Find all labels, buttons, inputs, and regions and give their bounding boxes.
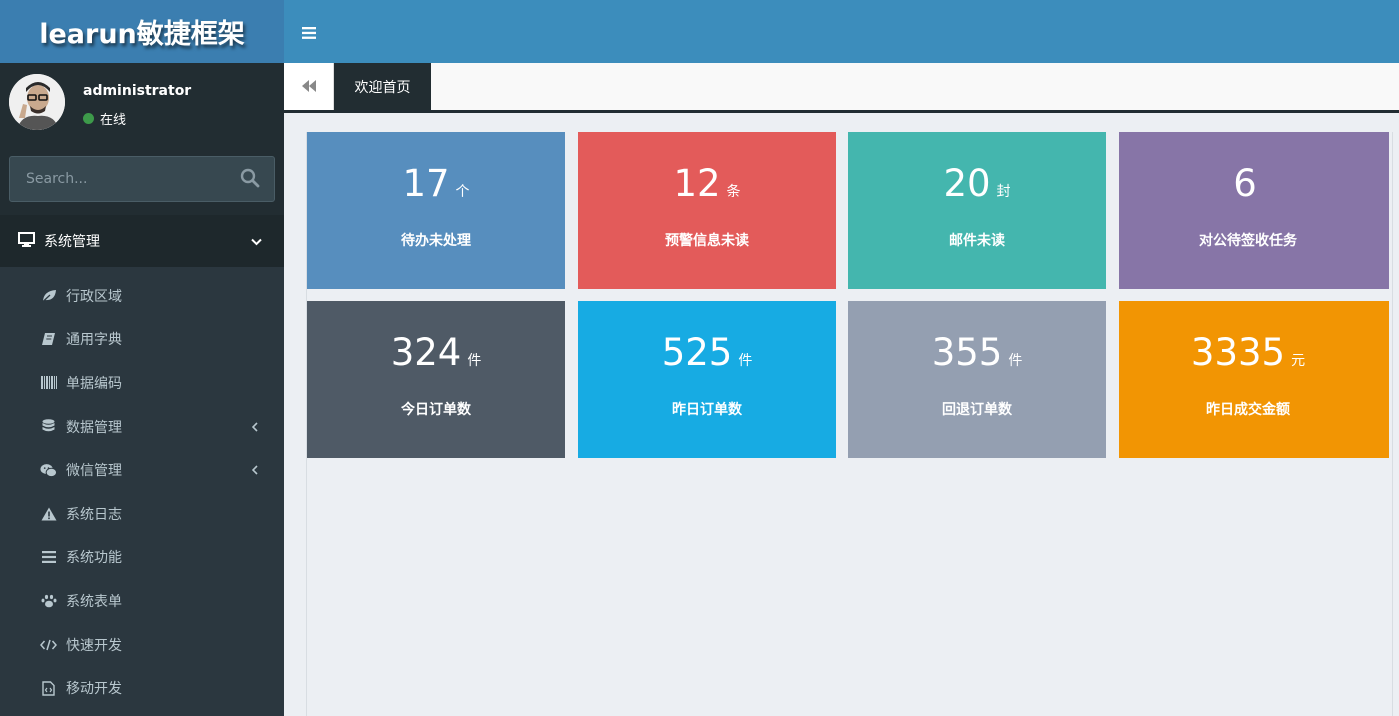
menu-item-label: 系统功能 — [66, 550, 122, 567]
tab-scroll-left-button[interactable] — [284, 63, 334, 110]
menu-item-system-log[interactable]: 系统日志 — [0, 492, 284, 536]
stat-card-unread-alerts[interactable]: 12 条 预警信息未读 — [578, 132, 836, 289]
stat-value: 355 件 — [931, 331, 1023, 374]
menu-item-label: 单据编码 — [66, 375, 122, 392]
desktop-icon — [18, 231, 35, 251]
stat-label: 邮件未读 — [949, 233, 1005, 249]
menu-item-document-code[interactable]: 单据编码 — [0, 361, 284, 405]
sidebar-search — [0, 141, 284, 215]
stat-label: 今日订单数 — [401, 402, 471, 418]
app-logo[interactable]: learun敏捷框架 — [0, 0, 284, 63]
stat-card-pending-todo[interactable]: 17 个 待办未处理 — [307, 132, 565, 289]
user-panel: administrator 在线 — [0, 63, 284, 141]
stat-value: 12 条 — [673, 162, 741, 205]
main-content: 17 个 待办未处理 12 条 预警信息未读 20 封 邮件未读 6 对公待签收任务 … — [284, 113, 1399, 716]
stat-label: 昨日成交金额 — [1206, 402, 1290, 418]
menu-item-rapid-development[interactable]: 快速开发 — [0, 623, 284, 667]
menu-item-admin-region[interactable]: 行政区域 — [0, 274, 284, 318]
stat-card-yesterday-orders[interactable]: 525 件 昨日订单数 — [578, 301, 836, 458]
leaf-icon — [40, 287, 57, 304]
stat-label: 昨日订单数 — [672, 402, 742, 418]
stat-value: 17 个 — [402, 162, 470, 205]
search-input[interactable] — [10, 157, 210, 201]
paw-icon — [40, 592, 57, 609]
menu-item-system-form[interactable]: 系统表单 — [0, 579, 284, 623]
menu-item-label: 数据管理 — [66, 419, 122, 436]
tab-bar: 欢迎首页 — [284, 63, 1399, 113]
database-icon — [40, 418, 57, 435]
top-header — [284, 0, 1399, 63]
menu-item-general-dictionary[interactable]: 通用字典 — [0, 318, 284, 362]
stat-card-corporate-tasks[interactable]: 6 对公待签收任务 — [1119, 132, 1389, 289]
chevron-left-icon — [251, 420, 258, 436]
list-icon — [40, 549, 57, 566]
search-box — [9, 156, 275, 202]
stat-value: 20 封 — [943, 162, 1011, 205]
menu-item-label: 移动开发 — [66, 681, 122, 698]
chevron-left-icon — [251, 463, 258, 479]
warning-icon — [40, 505, 57, 522]
search-icon[interactable] — [240, 168, 262, 190]
file-code-icon — [40, 680, 57, 697]
stat-label: 预警信息未读 — [665, 233, 749, 249]
stat-card-today-orders[interactable]: 324 件 今日订单数 — [307, 301, 565, 458]
chevron-down-icon — [251, 234, 262, 250]
tab-welcome-home[interactable]: 欢迎首页 — [334, 63, 431, 110]
barcode-icon — [40, 374, 57, 391]
menu-item-data-management[interactable]: 数据管理 — [0, 405, 284, 449]
menu-item-wechat-management[interactable]: 微信管理 — [0, 448, 284, 492]
online-status-icon — [83, 113, 94, 124]
user-status-label: 在线 — [100, 113, 127, 128]
menu-item-label: 通用字典 — [66, 332, 122, 349]
menu-system-management[interactable]: 系统管理 — [0, 215, 284, 267]
stat-card-unread-mail[interactable]: 20 封 邮件未读 — [848, 132, 1106, 289]
menu-item-system-function[interactable]: 系统功能 — [0, 536, 284, 580]
menu-item-label: 系统表单 — [66, 593, 122, 610]
menu-item-label: 快速开发 — [66, 637, 122, 654]
stat-value: 324 件 — [390, 331, 482, 374]
user-status: 在线 — [83, 109, 126, 128]
menu-item-label: 行政区域 — [66, 288, 122, 305]
menu-item-label: 微信管理 — [66, 463, 122, 480]
menu-item-label: 系统日志 — [66, 506, 122, 523]
menu-toggle-icon[interactable] — [302, 24, 316, 39]
avatar[interactable] — [9, 74, 65, 130]
stat-card-returned-orders[interactable]: 355 件 回退订单数 — [848, 301, 1106, 458]
book-icon — [40, 331, 57, 348]
stat-label: 回退订单数 — [942, 402, 1012, 418]
menu-item-mobile-development[interactable]: 移动开发 — [0, 666, 284, 710]
stat-card-yesterday-revenue[interactable]: 3335 元 昨日成交金额 — [1119, 301, 1389, 458]
submenu: 行政区域 通用字典 单据编码 数据管理 微信管理 系统日志 系统功能 系统表单 … — [0, 267, 284, 710]
stat-value: 6 — [1233, 162, 1257, 205]
double-chevron-left-icon — [301, 77, 316, 96]
dashboard-frame: 17 个 待办未处理 12 条 预警信息未读 20 封 邮件未读 6 对公待签收任务 … — [306, 132, 1393, 716]
stat-value: 3335 元 — [1190, 331, 1306, 374]
stat-label: 对公待签收任务 — [1199, 233, 1297, 249]
stat-value: 525 件 — [661, 331, 753, 374]
stat-label: 待办未处理 — [401, 233, 471, 249]
menu-header-label: 系统管理 — [44, 234, 100, 250]
sidebar: learun敏捷框架 administrator 在线 Search... 系统… — [0, 0, 284, 716]
wechat-icon — [40, 462, 57, 479]
code-icon — [40, 636, 57, 653]
user-name: administrator — [83, 83, 192, 99]
